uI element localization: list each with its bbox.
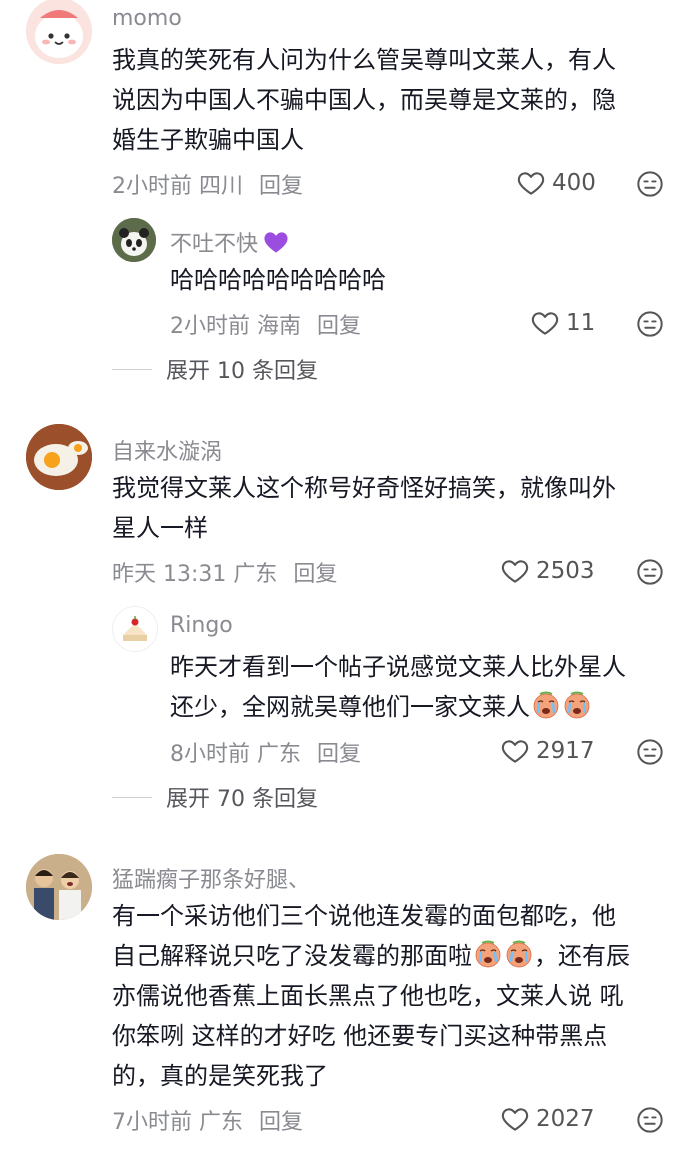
unamused-face-icon[interactable] bbox=[636, 738, 664, 766]
comment-text-line: 星人一样 bbox=[112, 514, 208, 542]
unamused-face-icon[interactable] bbox=[636, 558, 664, 586]
comment-text-line: 我觉得文莱人这个称号好奇怪好搞笑，就像叫外 bbox=[112, 474, 616, 502]
comment-text-line: 我真的笑死有人问为什么管吴尊叫文莱人，有人 bbox=[112, 46, 616, 74]
expand-replies-label: 展开 10 条回复 bbox=[166, 359, 318, 384]
reply-button[interactable]: 回复 bbox=[293, 562, 337, 587]
divider bbox=[112, 368, 152, 370]
reply-text-fragment: 还少，全网就吴尊他们一家文莱人 bbox=[170, 693, 530, 721]
reply-username[interactable]: 不吐不快 bbox=[170, 226, 290, 258]
unamused-face-icon[interactable] bbox=[636, 310, 664, 338]
comment-meta: 昨天 13:31 广东 回复 bbox=[112, 556, 337, 588]
like-count: 400 bbox=[552, 170, 596, 196]
time-location: 昨天 13:31 广东 bbox=[112, 562, 278, 587]
crying-face-emoji bbox=[473, 939, 503, 969]
heart-outline-icon bbox=[500, 556, 530, 586]
like-button[interactable]: 400 bbox=[516, 168, 596, 198]
avatar[interactable] bbox=[26, 424, 92, 490]
heart-outline-icon bbox=[516, 168, 546, 198]
reply-text-line: 还少，全网就吴尊他们一家文莱人 bbox=[170, 687, 626, 727]
like-button[interactable]: 2027 bbox=[500, 1104, 595, 1134]
time-location: 8小时前 广东 bbox=[170, 742, 301, 767]
reply-meta: 2小时前 海南 回复 bbox=[170, 308, 361, 340]
divider bbox=[112, 796, 152, 798]
reply-text-line: 昨天才看到一个帖子说感觉文莱人比外星人 bbox=[170, 653, 626, 681]
comment-text-line: 婚生子欺骗中国人 bbox=[112, 126, 304, 154]
comment-text-line: 自己解释说只吃了没发霉的那面啦 ，还有辰 bbox=[112, 936, 630, 976]
reply-meta: 8小时前 广东 回复 bbox=[170, 736, 361, 768]
comment-text: 有一个采访他们三个说他连发霉的面包都吃，他 自己解释说只吃了没发霉的那面啦 ，还有… bbox=[112, 896, 630, 1096]
crying-face-emoji bbox=[504, 939, 534, 969]
comment-text: 我真的笑死有人问为什么管吴尊叫文莱人，有人 说因为中国人不骗中国人，而吴尊是文莱… bbox=[112, 40, 616, 160]
comment-username[interactable]: momo bbox=[112, 6, 182, 31]
reply-username-text: 不吐不快 bbox=[170, 232, 259, 257]
expand-replies-button[interactable]: 展开 70 条回复 bbox=[112, 781, 318, 813]
comment-text-line: 亦儒说他香蕉上面长黑点了他也吃，文莱人说 吼 bbox=[112, 982, 624, 1010]
reply-text: 哈哈哈哈哈哈哈哈哈 bbox=[170, 260, 386, 300]
unamused-face-icon[interactable] bbox=[636, 1106, 664, 1134]
expand-replies-label: 展开 70 条回复 bbox=[166, 787, 318, 812]
comment-text-line: 有一个采访他们三个说他连发霉的面包都吃，他 bbox=[112, 902, 616, 930]
unamused-face-icon[interactable] bbox=[636, 170, 664, 198]
time-location: 2小时前 四川 bbox=[112, 174, 243, 199]
avatar[interactable] bbox=[26, 854, 92, 920]
reply-button[interactable]: 回复 bbox=[317, 742, 361, 767]
heart-outline-icon bbox=[500, 736, 530, 766]
reply-button[interactable]: 回复 bbox=[259, 174, 303, 199]
like-count: 2917 bbox=[536, 738, 595, 764]
avatar[interactable] bbox=[26, 0, 92, 64]
comment-text: 我觉得文莱人这个称号好奇怪好搞笑，就像叫外 星人一样 bbox=[112, 468, 616, 548]
like-button[interactable]: 2503 bbox=[500, 556, 595, 586]
comment-username[interactable]: 自来水漩涡 bbox=[112, 434, 222, 466]
avatar-cartoon-icon bbox=[26, 0, 92, 64]
comment-text-line: 你笨咧 这样的才好吃 他还要专门买这种带黑点 bbox=[112, 1022, 608, 1050]
crying-face-emoji bbox=[531, 690, 561, 720]
time-location: 2小时前 海南 bbox=[170, 314, 301, 339]
like-button[interactable]: 2917 bbox=[500, 736, 595, 766]
comment-username[interactable]: 猛踹瘸子那条好腿、 bbox=[112, 862, 310, 894]
comment-meta: 2小时前 四川 回复 bbox=[112, 168, 303, 200]
heart-outline-icon bbox=[500, 1104, 530, 1134]
reply-username[interactable]: Ringo bbox=[170, 613, 233, 638]
heart-outline-icon bbox=[530, 308, 560, 338]
time-location: 7小时前 广东 bbox=[112, 1110, 243, 1135]
purple-heart-emoji bbox=[262, 228, 290, 256]
comment-text-fragment: ，还有辰 bbox=[534, 942, 630, 970]
avatar-panda-icon bbox=[112, 218, 156, 262]
avatar[interactable] bbox=[112, 606, 158, 652]
comment-text-line: 说因为中国人不骗中国人，而吴尊是文莱的，隐 bbox=[112, 86, 616, 114]
avatar-people-photo-icon bbox=[26, 854, 92, 920]
comment-text-fragment: 自己解释说只吃了没发霉的那面啦 bbox=[112, 942, 472, 970]
reply-text-line: 哈哈哈哈哈哈哈哈哈 bbox=[170, 266, 386, 294]
avatar-fried-egg-icon bbox=[26, 424, 92, 490]
crying-face-emoji bbox=[562, 690, 592, 720]
comment-text-line: 的，真的是笑死我了 bbox=[112, 1062, 328, 1090]
like-count: 2503 bbox=[536, 558, 595, 584]
expand-replies-button[interactable]: 展开 10 条回复 bbox=[112, 353, 318, 385]
avatar[interactable] bbox=[112, 218, 156, 262]
like-button[interactable]: 11 bbox=[530, 308, 595, 338]
comment-meta: 7小时前 广东 回复 bbox=[112, 1104, 303, 1136]
like-count: 2027 bbox=[536, 1106, 595, 1132]
avatar-cake-icon bbox=[113, 607, 157, 651]
reply-button[interactable]: 回复 bbox=[317, 314, 361, 339]
like-count: 11 bbox=[566, 310, 596, 336]
reply-button[interactable]: 回复 bbox=[259, 1110, 303, 1135]
reply-text: 昨天才看到一个帖子说感觉文莱人比外星人 还少，全网就吴尊他们一家文莱人 bbox=[170, 647, 626, 727]
